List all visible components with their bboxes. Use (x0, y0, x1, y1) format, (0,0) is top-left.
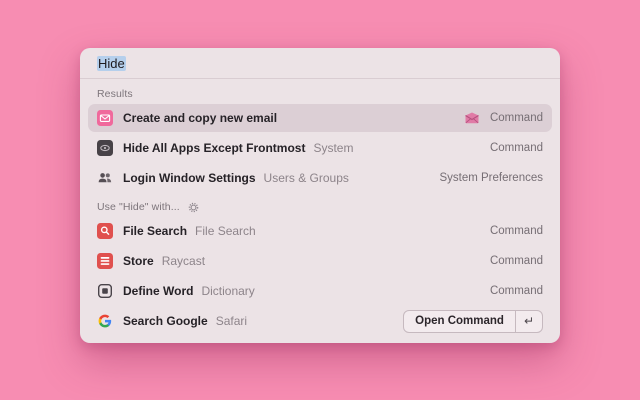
results-list: Results Create and copy new email Comman… (80, 88, 560, 335)
row-title: Login Window Settings (123, 171, 256, 185)
row-title: Store (123, 254, 154, 268)
row-subtitle: Users & Groups (264, 171, 349, 185)
search-text-selected: Hide (97, 56, 126, 71)
result-row-define-word[interactable]: Define Word Dictionary Command (88, 277, 552, 305)
command-palette-window: Hide Results Create and copy new email C… (80, 48, 560, 343)
row-title: File Search (123, 224, 187, 238)
file-search-icon (97, 223, 113, 239)
row-accessory: Command (490, 112, 543, 124)
row-accessory: Command (490, 285, 543, 297)
row-title: Define Word (123, 284, 193, 298)
mail-envelope-icon (97, 110, 113, 126)
row-subtitle: File Search (195, 224, 256, 238)
hide-apps-icon (97, 140, 113, 156)
row-accessory: Command (490, 255, 543, 267)
row-subtitle: Dictionary (201, 284, 254, 298)
gear-icon[interactable] (188, 202, 199, 213)
users-icon (97, 170, 113, 186)
google-icon (97, 313, 113, 329)
return-key-icon: ↵ (515, 311, 542, 332)
result-row-file-search[interactable]: File Search File Search Command (88, 217, 552, 245)
open-command-button[interactable]: Open Command ↵ (403, 310, 543, 333)
row-title: Hide All Apps Except Frontmost (123, 141, 305, 155)
row-accessory: Command (490, 225, 543, 237)
store-icon (97, 253, 113, 269)
mail-app-icon (464, 110, 480, 126)
row-subtitle: System (313, 141, 353, 155)
section-label: Results (97, 88, 133, 100)
row-accessory: System Preferences (439, 172, 543, 184)
row-subtitle: Raycast (162, 254, 205, 268)
result-row-login-window[interactable]: Login Window Settings Users & Groups Sys… (88, 164, 552, 192)
section-header-use-with: Use "Hide" with... (97, 201, 543, 213)
result-row-hide-all-apps[interactable]: Hide All Apps Except Frontmost System Co… (88, 134, 552, 162)
row-subtitle: Safari (216, 314, 247, 328)
search-input[interactable]: Hide (80, 48, 560, 79)
result-row-search-google[interactable]: Search Google Safari Open Command ↵ (88, 307, 552, 335)
row-title: Create and copy new email (123, 111, 277, 125)
result-row-create-email[interactable]: Create and copy new email Command (88, 104, 552, 132)
row-accessory: Command (490, 142, 543, 154)
define-word-icon (97, 283, 113, 299)
open-command-label: Open Command (404, 311, 515, 332)
row-title: Search Google (123, 314, 208, 328)
section-label: Use "Hide" with... (97, 201, 180, 213)
section-header-results: Results (97, 88, 543, 100)
result-row-store[interactable]: Store Raycast Command (88, 247, 552, 275)
